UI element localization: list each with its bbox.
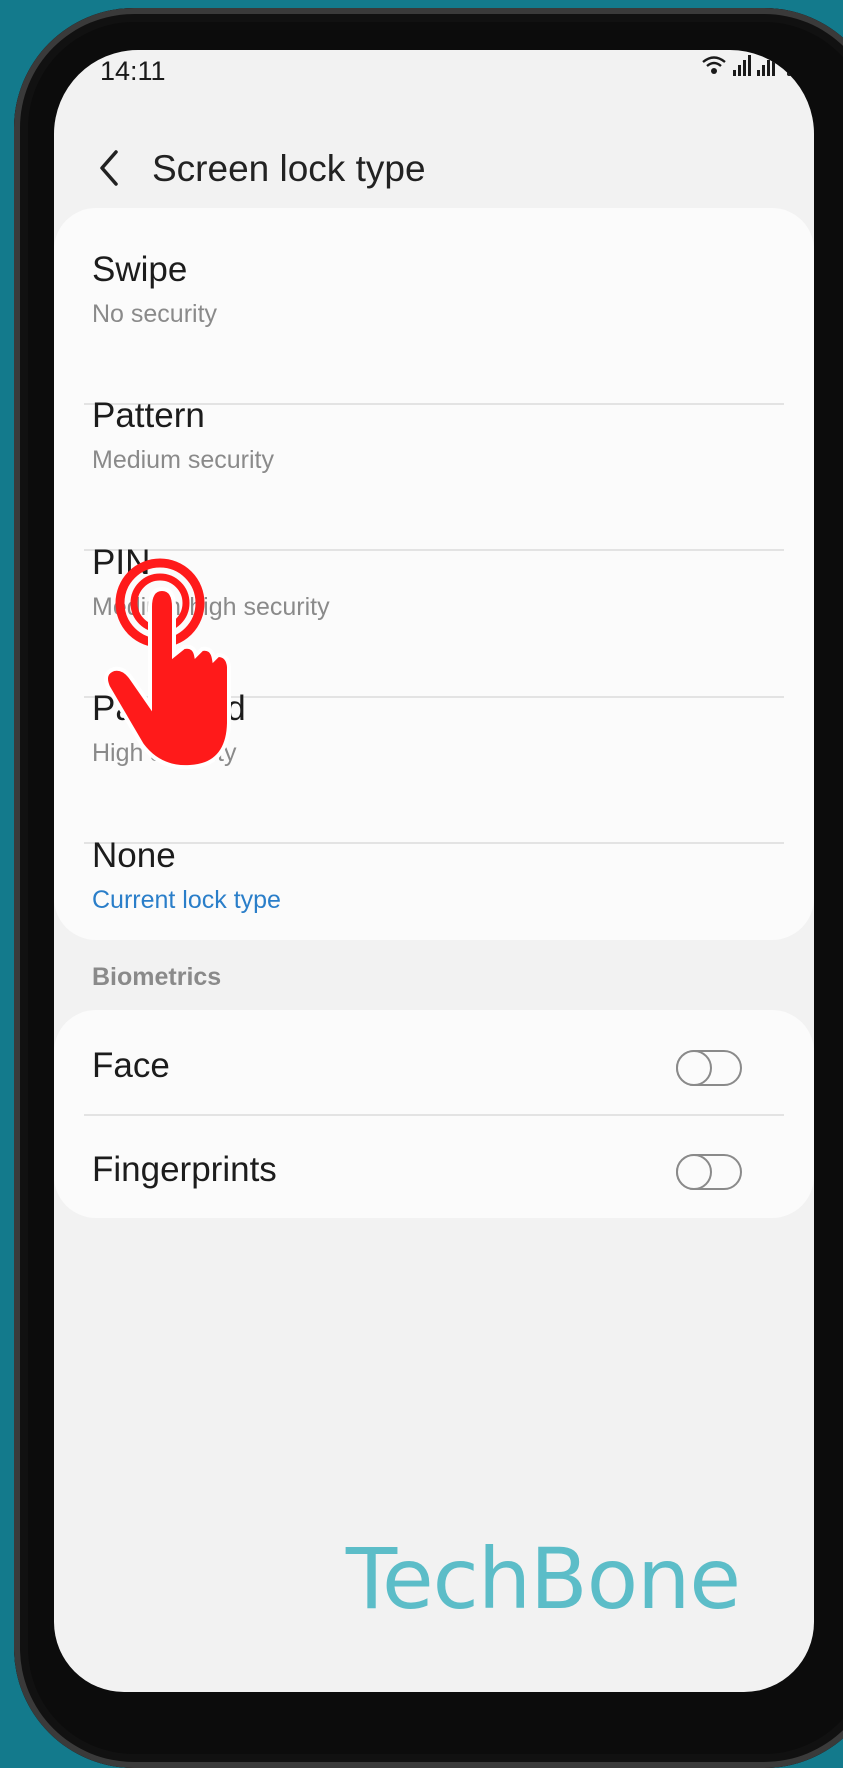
status-icons — [701, 51, 800, 76]
fingerprints-toggle[interactable] — [676, 1154, 742, 1190]
signal-icon-2 — [757, 54, 775, 76]
wifi-icon — [702, 56, 726, 74]
biometric-title: Face — [92, 1046, 170, 1085]
page-title: Screen lock type — [152, 148, 426, 189]
biometric-face[interactable]: Face — [92, 1018, 742, 1108]
phone-screen: 14:11 Screen lock type Swipe No security — [54, 50, 814, 1692]
signal-icon — [733, 54, 751, 76]
biometric-title: Fingerprints — [92, 1150, 277, 1189]
status-time: 14:11 — [100, 56, 166, 86]
lock-option-none[interactable]: None Current lock type — [92, 836, 732, 915]
lock-option-title: Pattern — [92, 396, 205, 435]
biometrics-section-title: Biometrics — [92, 963, 222, 991]
techbone-watermark: TechBone — [345, 1530, 741, 1628]
face-toggle[interactable] — [676, 1050, 742, 1086]
lock-option-title: Swipe — [92, 250, 188, 289]
battery-icon — [787, 51, 800, 76]
current-lock-type-label: Current lock type — [92, 886, 281, 914]
lock-option-title: None — [92, 836, 176, 875]
lock-option-swipe[interactable]: Swipe No security — [92, 250, 732, 329]
app-header: Screen lock type — [54, 130, 814, 210]
lock-option-subtitle: No security — [92, 300, 218, 328]
tap-hand-icon — [104, 558, 231, 770]
lock-option-pattern[interactable]: Pattern Medium security — [92, 396, 732, 475]
biometrics-list: Face Fingerprints — [54, 1010, 814, 1218]
lock-option-subtitle: Medium security — [92, 446, 274, 474]
divider — [84, 1114, 784, 1116]
biometric-fingerprints[interactable]: Fingerprints — [92, 1122, 742, 1212]
back-arrow-icon[interactable] — [90, 138, 130, 198]
status-bar: 14:11 — [100, 50, 800, 102]
